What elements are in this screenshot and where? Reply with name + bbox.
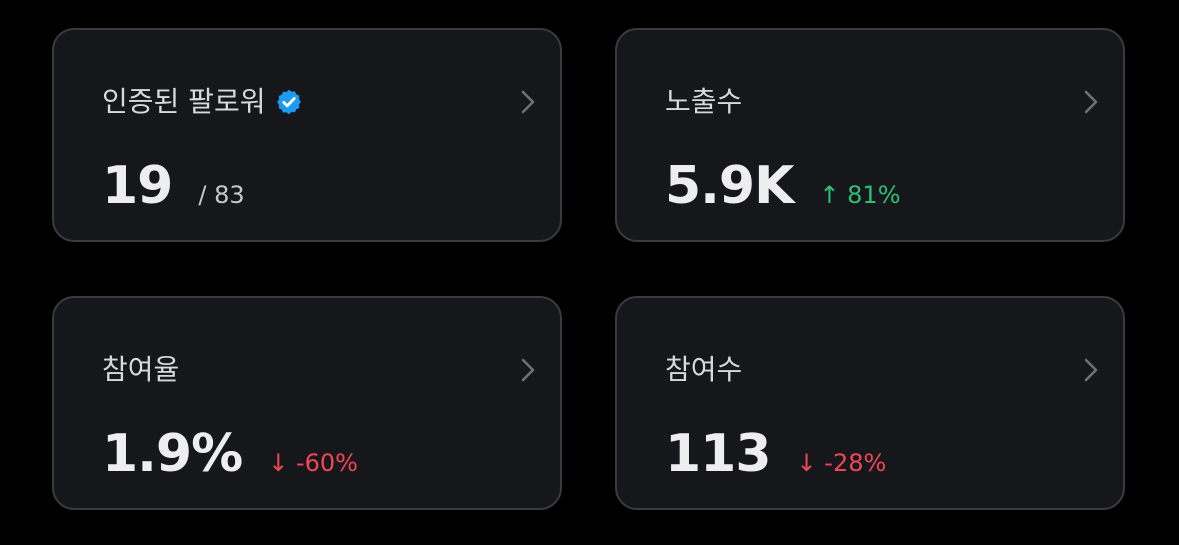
impressions-card[interactable]: 노출수 5.9K ↑ 81%	[615, 28, 1125, 242]
value-row: 5.9K ↑ 81%	[665, 156, 901, 216]
impressions-value: 5.9K	[665, 156, 794, 216]
verified-badge-icon	[277, 89, 302, 115]
verified-followers-card[interactable]: 인증된 팔로워 19 / 83	[52, 28, 562, 242]
engagements-card[interactable]: 참여수 113 ↓ -28%	[615, 296, 1125, 510]
chevron-right-icon	[1084, 90, 1098, 114]
value-row: 19 / 83	[102, 156, 245, 216]
chevron-right-icon	[521, 358, 535, 382]
engagements-value: 113	[665, 424, 772, 484]
impressions-label: 노출수	[665, 85, 743, 118]
chevron-right-icon	[521, 90, 535, 114]
engagement-rate-label: 참여율	[102, 353, 180, 386]
total-followers-count: / 83	[198, 181, 245, 209]
value-row: 113 ↓ -28%	[665, 424, 886, 484]
engagements-label: 참여수	[665, 353, 743, 386]
verified-followers-value: 19	[102, 156, 173, 216]
chevron-right-icon	[1084, 358, 1098, 382]
card-title: 참여수	[665, 352, 742, 388]
card-title: 인증된 팔로워	[102, 84, 303, 120]
verified-followers-label: 인증된 팔로워	[102, 85, 266, 118]
engagement-rate-value: 1.9%	[102, 424, 243, 484]
engagement-rate-delta: ↓ -60%	[268, 449, 358, 477]
impressions-delta: ↑ 81%	[819, 181, 901, 209]
engagements-delta: ↓ -28%	[796, 449, 887, 477]
card-title: 참여율	[102, 352, 179, 388]
card-title: 노출수	[665, 84, 742, 120]
value-row: 1.9% ↓ -60%	[102, 424, 358, 484]
engagement-rate-card[interactable]: 참여율 1.9% ↓ -60%	[52, 296, 562, 510]
